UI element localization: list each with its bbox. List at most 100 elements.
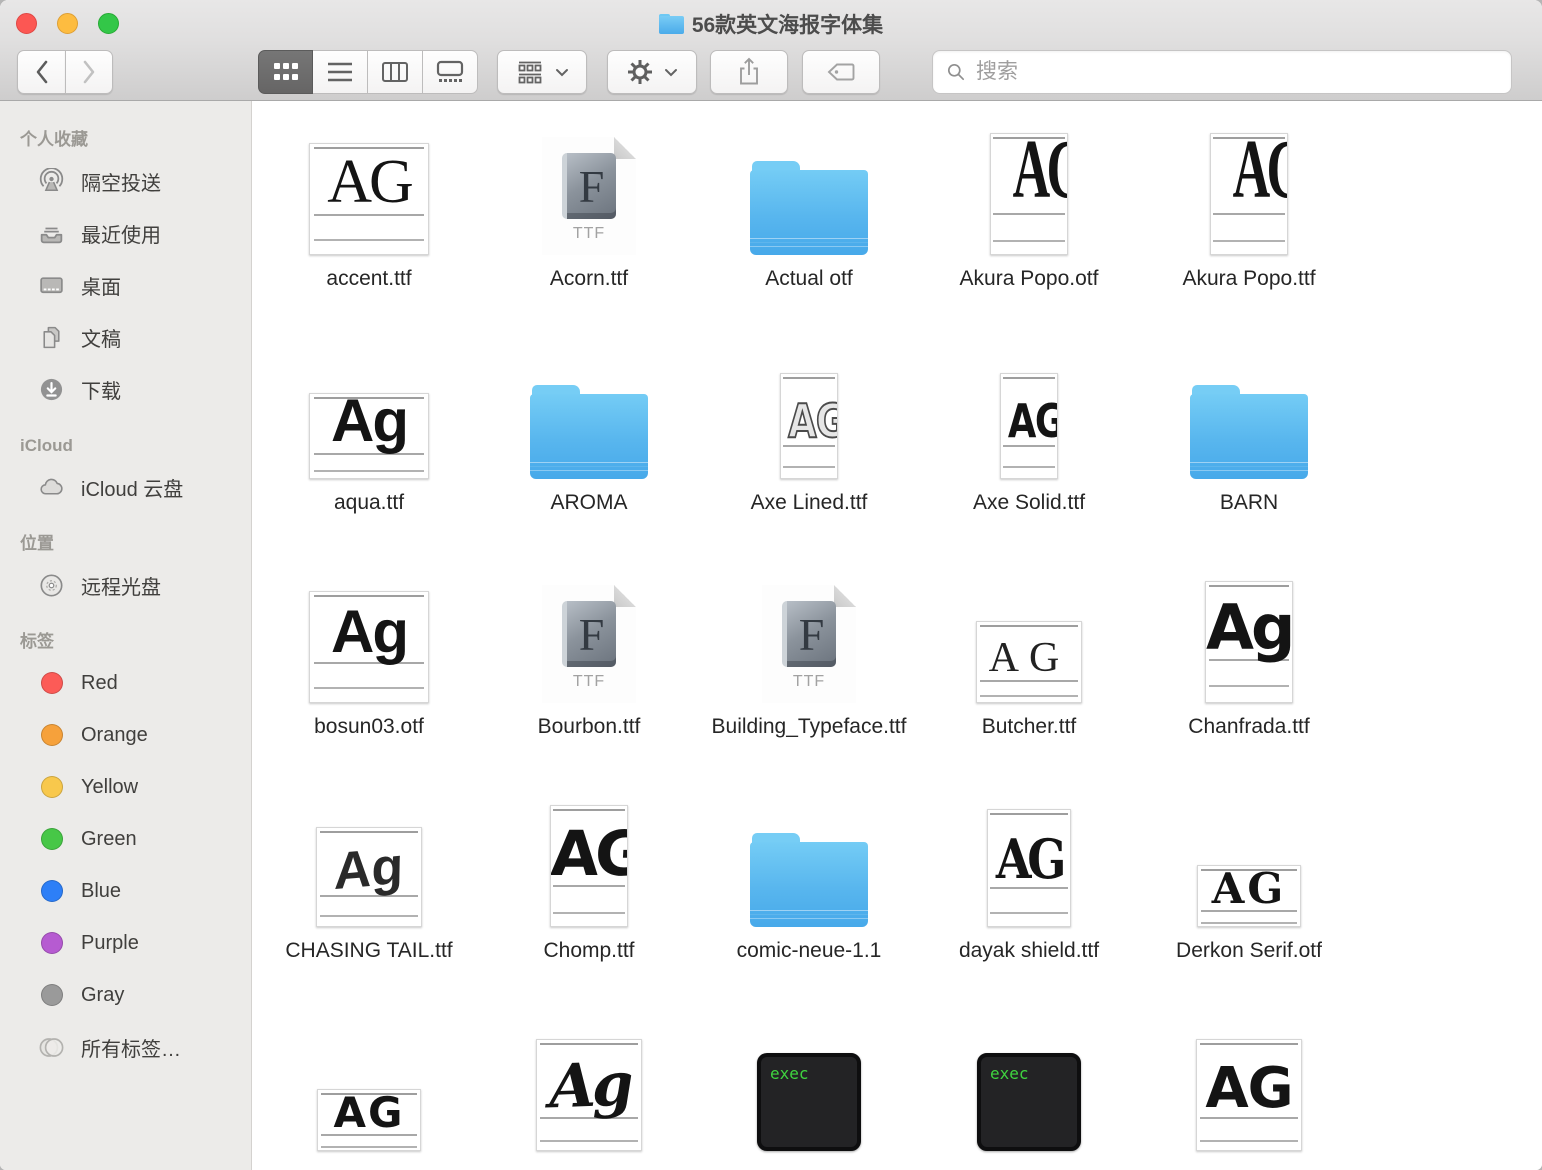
search-field[interactable] (932, 50, 1512, 94)
file-item-axe-lined-ttf[interactable]: AGAxe Lined.ttf (699, 343, 919, 567)
sidebar-item-label: Blue (81, 880, 121, 903)
preview-letters: AG (1211, 133, 1287, 218)
file-thumbnail[interactable] (1139, 343, 1359, 479)
file-thumbnail[interactable]: AG (479, 791, 699, 927)
file-thumbnail[interactable]: AG (699, 343, 919, 479)
file-item[interactable]: AG (1139, 1015, 1359, 1170)
file-thumbnail[interactable]: AG (919, 791, 1139, 927)
file-item-dayak-shield-ttf[interactable]: AGdayak shield.ttf (919, 791, 1139, 1015)
file-thumbnail[interactable]: Ag (259, 791, 479, 927)
forward-button[interactable] (65, 50, 113, 94)
file-item-barn[interactable]: BARN (1139, 343, 1359, 567)
file-thumbnail[interactable]: AG (259, 119, 479, 255)
file-thumbnail[interactable]: Ag (259, 567, 479, 703)
sidebar-item-blue[interactable]: Blue (0, 865, 251, 917)
file-label: Akura Popo.otf (960, 265, 1099, 292)
group-by-button[interactable] (497, 50, 587, 94)
sidebar-item-purple[interactable]: Purple (0, 917, 251, 969)
file-label: CHASING TAIL.ttf (285, 937, 452, 964)
sidebar-item-green[interactable]: Green (0, 813, 251, 865)
sidebar-item--[interactable]: 最近使用 (0, 207, 251, 259)
view-grid-button[interactable] (258, 50, 313, 94)
file-item-aqua-ttf[interactable]: Agaqua.ttf (259, 343, 479, 567)
sidebar-item--[interactable]: 所有标签… (0, 1021, 251, 1073)
tag-button[interactable] (802, 50, 880, 94)
file-thumbnail[interactable] (699, 119, 919, 255)
file-thumbnail[interactable]: AG (1139, 1015, 1359, 1151)
action-button[interactable] (607, 50, 697, 94)
sidebar-item-red[interactable]: Red (0, 657, 251, 709)
file-item-acorn-ttf[interactable]: FTTFAcorn.ttf (479, 119, 699, 343)
titlebar[interactable]: 56款英文海报字体集 (0, 0, 1542, 44)
sidebar-item--[interactable]: 文稿 (0, 311, 251, 363)
file-label: bosun03.otf (314, 713, 424, 740)
file-item-accent-ttf[interactable]: AGaccent.ttf (259, 119, 479, 343)
file-item-derkon-serif-otf[interactable]: AGDerkon Serif.otf (1139, 791, 1359, 1015)
file-thumbnail[interactable]: AG (919, 567, 1139, 703)
file-thumbnail[interactable]: FTTF (479, 567, 699, 703)
file-item-axe-solid-ttf[interactable]: AGAxe Solid.ttf (919, 343, 1139, 567)
search-icon (945, 61, 967, 83)
font-book-glyph: F (782, 601, 836, 667)
all-tags-icon (38, 1034, 65, 1061)
file-thumbnail[interactable]: AG (1139, 119, 1359, 255)
file-item-akura-popo-ttf[interactable]: AGAkura Popo.ttf (1139, 119, 1359, 343)
file-item-chomp-ttf[interactable]: AGChomp.ttf (479, 791, 699, 1015)
file-item-actual-otf[interactable]: Actual otf (699, 119, 919, 343)
file-thumbnail[interactable]: Ag (1139, 567, 1359, 703)
tag-icon (38, 982, 65, 1009)
sidebar-item-orange[interactable]: Orange (0, 709, 251, 761)
file-thumbnail[interactable]: exec (699, 1015, 919, 1151)
font-book-glyph: F (562, 601, 616, 667)
sidebar-item--[interactable]: 桌面 (0, 259, 251, 311)
tag-icon (38, 722, 65, 749)
file-thumbnail[interactable]: AG (1139, 791, 1359, 927)
sidebar-section-title: 个人收藏 (0, 125, 251, 155)
view-columns-button[interactable] (368, 50, 423, 94)
file-item-bourbon-ttf[interactable]: FTTFBourbon.ttf (479, 567, 699, 791)
folder-proxy-icon[interactable] (659, 14, 684, 34)
file-thumbnail[interactable]: exec (919, 1015, 1139, 1151)
file-item-chanfrada-ttf[interactable]: AgChanfrada.ttf (1139, 567, 1359, 791)
view-list-button[interactable] (313, 50, 368, 94)
file-item[interactable]: AG (259, 1015, 479, 1170)
file-thumbnail[interactable]: FTTF (479, 119, 699, 255)
file-item-bosun03-otf[interactable]: Ag bosun03.otf (259, 567, 479, 791)
back-button[interactable] (17, 50, 65, 94)
file-item-aroma[interactable]: AROMA (479, 343, 699, 567)
sidebar-item--[interactable]: 下载 (0, 363, 251, 415)
file-thumbnail[interactable]: AG (259, 1015, 479, 1151)
view-gallery-button[interactable] (423, 50, 478, 94)
sidebar-item--[interactable]: 隔空投送 (0, 155, 251, 207)
preview-letters: Ag (310, 393, 428, 455)
preview-letters: Ag (1206, 591, 1292, 664)
file-thumbnail[interactable] (699, 791, 919, 927)
sidebar-item-gray[interactable]: Gray (0, 969, 251, 1021)
file-browser: AGaccent.ttfFTTFAcorn.ttfActual otfAGAku… (253, 101, 1542, 1170)
file-item[interactable]: Ag (479, 1015, 699, 1170)
file-item[interactable]: exec (919, 1015, 1139, 1170)
file-item-comic-neue-1-1[interactable]: comic-neue-1.1 (699, 791, 919, 1015)
gallery-view-icon (434, 59, 466, 85)
share-button[interactable] (710, 50, 788, 94)
file-thumbnail[interactable]: Ag (479, 1015, 699, 1151)
preview-letters: AG (1001, 394, 1057, 448)
file-thumbnail[interactable]: AG (919, 119, 1139, 255)
chevron-down-icon (555, 68, 569, 77)
file-thumbnail[interactable]: Ag (259, 343, 479, 479)
sidebar-item--[interactable]: 远程光盘 (0, 559, 251, 611)
preview-letters: AG (988, 827, 1070, 891)
file-thumbnail[interactable]: AG (919, 343, 1139, 479)
file-item-akura-popo-otf[interactable]: AG Akura Popo.otf (919, 119, 1139, 343)
file-thumbnail[interactable]: FTTF (699, 567, 919, 703)
file-item-butcher-ttf[interactable]: AGButcher.ttf (919, 567, 1139, 791)
sidebar: 个人收藏隔空投送最近使用桌面文稿下载iCloudiCloud 云盘位置远程光盘标… (0, 101, 252, 1170)
file-item-building_typeface-ttf[interactable]: FTTFBuilding_Typeface.ttf (699, 567, 919, 791)
file-item[interactable]: exec (699, 1015, 919, 1170)
sidebar-item-icloud-[interactable]: iCloud 云盘 (0, 461, 251, 513)
search-input[interactable] (976, 60, 1499, 84)
file-item-chasing-tail-ttf[interactable]: Ag CHASING TAIL.ttf (259, 791, 479, 1015)
file-thumbnail[interactable] (479, 343, 699, 479)
sidebar-item-yellow[interactable]: Yellow (0, 761, 251, 813)
gear-icon (626, 58, 654, 86)
